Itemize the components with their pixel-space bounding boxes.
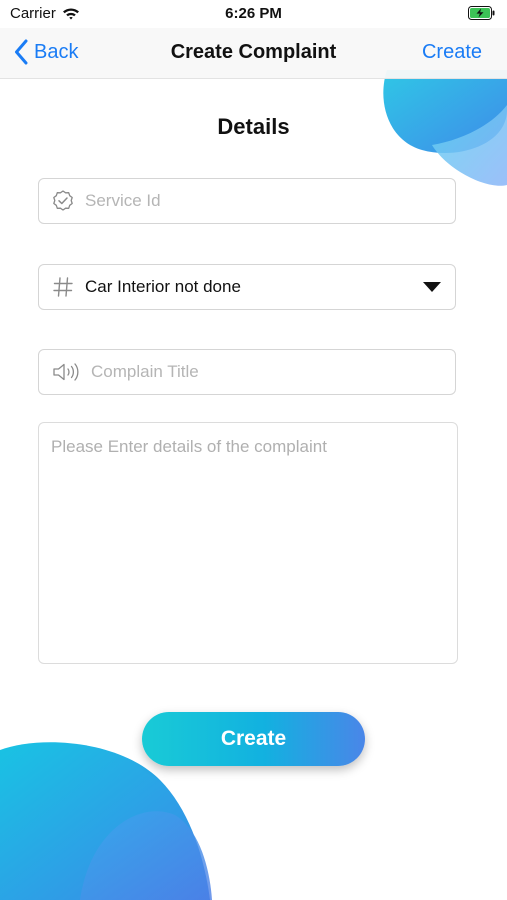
category-select[interactable]: Car Interior not done xyxy=(38,264,456,310)
create-button[interactable]: Create xyxy=(142,712,365,766)
section-title: Details xyxy=(217,114,290,139)
hash-icon xyxy=(53,277,73,297)
service-id-placeholder: Service Id xyxy=(85,191,161,210)
category-value: Car Interior not done xyxy=(85,277,241,296)
dropdown-arrow-icon xyxy=(423,282,441,292)
complaint-details-placeholder: Please Enter details of the complaint xyxy=(51,437,327,456)
status-bar: Carrier 6:26 PM xyxy=(0,0,507,28)
complain-title-placeholder: Complain Title xyxy=(91,362,199,381)
clock: 6:26 PM xyxy=(225,5,282,22)
complaint-details-textarea[interactable]: Please Enter details of the complaint xyxy=(38,422,458,664)
battery-charging-icon xyxy=(468,6,495,20)
navigation-bar: Back Create Complaint Create xyxy=(0,28,507,79)
complain-title-field[interactable]: Complain Title xyxy=(38,349,456,395)
service-id-field[interactable]: Service Id xyxy=(38,178,456,224)
speaker-icon xyxy=(53,363,79,381)
create-button-label: Create xyxy=(220,727,287,750)
create-nav-button[interactable]: Create xyxy=(422,41,482,64)
verified-badge-icon xyxy=(53,190,73,211)
